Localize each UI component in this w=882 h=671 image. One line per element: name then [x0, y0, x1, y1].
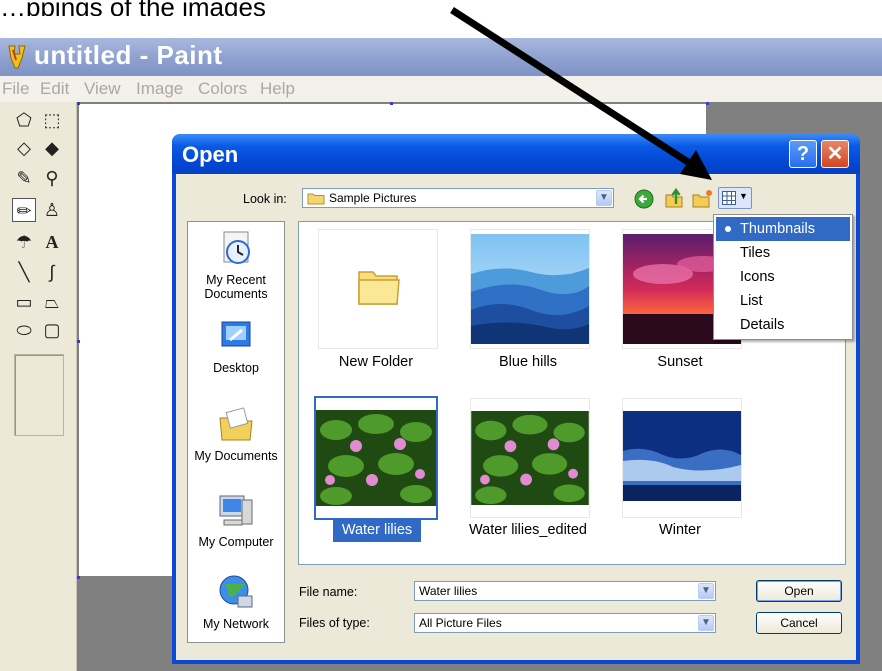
desktop-icon: [221, 321, 251, 347]
file-label[interactable]: Water lilies_edited: [453, 522, 603, 538]
pencil-icon[interactable]: ✏: [12, 198, 36, 222]
rectangle-icon[interactable]: ▭: [12, 290, 36, 314]
file-name-label: File name:: [299, 585, 358, 599]
text-tool-icon[interactable]: A: [40, 230, 64, 254]
my-network-icon: [219, 575, 253, 608]
file-label-selected[interactable]: Water lilies: [302, 522, 452, 538]
menu-option-label: Thumbnails: [740, 221, 815, 237]
view-icon: [722, 191, 736, 205]
file-type-value: All Picture Files: [419, 616, 502, 630]
menu-file[interactable]: File: [2, 79, 29, 99]
canvas-handle: [706, 102, 709, 105]
folder-icon: [307, 193, 325, 205]
places-bar: My Recent Documents Desktop My Documents…: [187, 221, 285, 643]
menu-option-tiles[interactable]: Tiles: [716, 241, 850, 265]
brush-icon[interactable]: ♙: [40, 198, 64, 222]
menu-option-thumbnails[interactable]: Thumbnails: [716, 217, 850, 241]
menu-view[interactable]: View: [84, 79, 121, 99]
place-my-documents[interactable]: My Documents: [188, 404, 284, 463]
recent-documents-icon: [223, 231, 250, 264]
menu-help[interactable]: Help: [260, 79, 295, 99]
file-label[interactable]: Blue hills: [453, 354, 603, 370]
thumbnail-winter[interactable]: [622, 398, 742, 518]
chevron-down-icon[interactable]: ▼: [698, 583, 714, 599]
paint-window-title: untitled - Paint: [34, 40, 223, 70]
file-name-value: Water lilies: [419, 584, 478, 598]
menu-colors[interactable]: Colors: [198, 79, 247, 99]
place-label: My Network: [203, 617, 269, 631]
place-my-computer[interactable]: My Computer: [188, 490, 284, 549]
file-label[interactable]: New Folder: [301, 354, 451, 370]
thumbnail-blue-hills[interactable]: [470, 229, 590, 349]
cancel-button[interactable]: Cancel: [756, 612, 842, 634]
place-desktop[interactable]: Desktop: [188, 316, 284, 375]
look-in-dropdown[interactable]: Sample Pictures ▼: [302, 188, 614, 208]
look-in-label: Look in:: [243, 192, 287, 206]
canvas-handle: [77, 576, 80, 579]
canvas-handle: [77, 102, 80, 105]
place-label: Desktop: [213, 361, 259, 375]
menu-option-details[interactable]: Details: [716, 313, 850, 337]
file-type-dropdown[interactable]: All Picture Files ▼: [414, 613, 716, 633]
file-type-label: Files of type:: [299, 616, 370, 630]
paint-app-icon: [8, 45, 26, 69]
up-folder-icon[interactable]: [664, 187, 684, 209]
rect-select-icon[interactable]: ⬚: [40, 108, 64, 132]
menu-option-list[interactable]: List: [716, 289, 850, 313]
blue-hills-image: [471, 234, 589, 344]
place-label: My Computer: [198, 535, 274, 549]
place-label: My Documents: [194, 449, 278, 463]
menu-edit[interactable]: Edit: [40, 79, 69, 99]
new-folder-icon[interactable]: [692, 187, 714, 209]
canvas-handle: [77, 340, 80, 343]
eraser-icon[interactable]: ◇: [12, 136, 36, 160]
file-label[interactable]: Sunset: [605, 354, 755, 370]
free-select-icon[interactable]: ⬠: [12, 108, 36, 132]
chevron-down-icon[interactable]: ▼: [596, 190, 612, 206]
place-my-network[interactable]: My Network: [188, 572, 284, 631]
water-lilies-edited-image: [471, 411, 589, 505]
tool-options-box: [14, 354, 64, 436]
file-name-input[interactable]: Water lilies ▼: [414, 581, 716, 601]
view-dropdown-menu: Thumbnails Tiles Icons List Details: [713, 214, 853, 340]
winter-image: [623, 411, 741, 501]
polygon-icon[interactable]: ⏢: [40, 290, 64, 314]
water-lilies-image: [316, 410, 436, 506]
look-in-value: Sample Pictures: [329, 191, 417, 205]
rounded-rect-icon[interactable]: ▢: [40, 318, 64, 342]
thumbnail-water-lilies-edited[interactable]: [470, 398, 590, 518]
airbrush-icon[interactable]: ☂: [12, 230, 36, 254]
file-label[interactable]: Winter: [605, 522, 755, 538]
open-button[interactable]: Open: [756, 580, 842, 602]
caption-text: …ppings of the images: [0, 0, 266, 16]
place-my-recent-documents[interactable]: My Recent Documents: [188, 228, 284, 301]
thumbnail-new-folder[interactable]: [318, 229, 438, 349]
menu-option-icons[interactable]: Icons: [716, 265, 850, 289]
dialog-titlebar: [172, 134, 860, 174]
canvas-handle: [390, 102, 393, 105]
color-picker-icon[interactable]: ✎: [12, 166, 36, 190]
chevron-down-icon[interactable]: ▼: [698, 615, 714, 631]
my-computer-icon: [219, 495, 253, 526]
fill-bucket-icon[interactable]: ◆: [40, 136, 64, 160]
selected-bullet-icon: [725, 226, 731, 232]
ellipse-icon[interactable]: ⬭: [12, 318, 36, 342]
magnifier-icon[interactable]: ⚲: [40, 166, 64, 190]
back-icon[interactable]: [634, 189, 654, 209]
chevron-down-icon: ▼: [739, 191, 748, 201]
view-menu-button[interactable]: ▼: [718, 187, 752, 209]
paint-menubar: File Edit View Image Colors Help: [0, 76, 882, 102]
curve-icon[interactable]: ∫: [40, 260, 64, 284]
place-label: My Recent Documents: [204, 273, 268, 301]
close-button[interactable]: ✕: [821, 140, 849, 168]
my-documents-icon: [219, 407, 253, 441]
thumbnail-water-lilies[interactable]: [314, 396, 438, 520]
line-icon[interactable]: ╲: [12, 260, 36, 284]
menu-image[interactable]: Image: [136, 79, 183, 99]
help-button[interactable]: ?: [789, 140, 817, 168]
dialog-title: Open: [182, 142, 239, 167]
folder-icon: [358, 271, 400, 305]
